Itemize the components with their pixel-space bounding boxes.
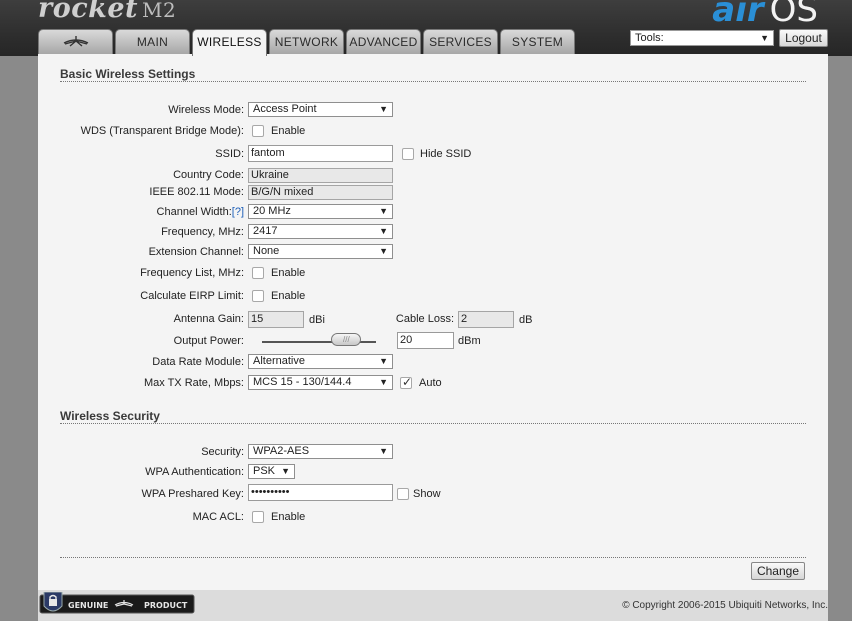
copyright-text: © Copyright 2006-2015 Ubiquiti Networks,…	[622, 600, 828, 611]
cable-loss-unit: dB	[519, 314, 533, 326]
antenna-gain-input[interactable]: 15	[248, 311, 304, 328]
genuine-product-badge: GENUINE PRODUCT	[39, 592, 195, 614]
wpa-key-input[interactable]: ••••••••••	[248, 484, 393, 501]
footer-bar: GENUINE PRODUCT © Copyright 2006-2015 Ub…	[38, 590, 828, 621]
section-divider	[60, 557, 806, 558]
show-key-label: Show	[413, 488, 441, 500]
main-panel: Basic Wireless Settings Wireless Mode: A…	[38, 54, 828, 590]
tab-wireless[interactable]: WIRELESS	[192, 29, 267, 56]
tab-network[interactable]: NETWORK	[269, 29, 344, 54]
frequency-select[interactable]: 2417 ▼	[248, 224, 393, 239]
section-divider	[60, 423, 806, 424]
output-power-label: Output Power:	[173, 335, 244, 347]
mac-acl-enable-label: Enable	[271, 511, 306, 523]
hide-ssid-label: Hide SSID	[420, 148, 472, 160]
dropdown-arrow-icon: ▼	[379, 226, 388, 236]
wds-enable-label: Enable	[271, 125, 306, 137]
cable-loss-input[interactable]: 2	[458, 311, 514, 328]
airos-logo: air OS	[712, 0, 818, 30]
ieee-mode-field: B/G/N mixed	[248, 185, 393, 200]
security-select[interactable]: WPA2-AES ▼	[248, 444, 393, 459]
section-divider	[60, 81, 806, 82]
antenna-gain-unit: dBi	[309, 314, 325, 326]
output-power-input[interactable]: 20	[397, 332, 454, 349]
ieee-mode-label: IEEE 802.11 Mode:	[149, 186, 244, 198]
dropdown-arrow-icon: ▼	[379, 356, 388, 366]
eirp-limit-enable-label: Enable	[271, 290, 306, 302]
country-code-field: Ukraine	[248, 168, 393, 183]
max-tx-rate-select[interactable]: MCS 15 - 130/144.4 ▼	[248, 375, 393, 390]
wireless-mode-label: Wireless Mode:	[168, 104, 244, 116]
wpa-key-label: WPA Preshared Key:	[141, 488, 244, 500]
eirp-limit-label: Calculate EIRP Limit:	[140, 290, 244, 302]
extension-channel-label: Extension Channel:	[148, 246, 244, 258]
cable-loss-label: Cable Loss:	[395, 313, 454, 325]
extension-channel-select[interactable]: None ▼	[248, 244, 393, 259]
security-label: Security:	[201, 446, 244, 458]
tools-select[interactable]: Tools: ▼	[630, 30, 774, 46]
frequency-list-enable-checkbox[interactable]	[252, 267, 264, 279]
dropdown-arrow-icon: ▼	[760, 33, 769, 43]
mac-acl-enable-checkbox[interactable]	[252, 511, 264, 523]
frequency-list-label: Frequency List, MHz:	[140, 267, 244, 279]
basic-wireless-title: Basic Wireless Settings	[60, 67, 196, 81]
wireless-mode-select[interactable]: Access Point ▼	[248, 102, 393, 117]
ssid-input[interactable]: fantom	[248, 145, 393, 162]
max-tx-auto-label: Auto	[419, 377, 442, 389]
dropdown-arrow-icon: ▼	[379, 446, 388, 456]
frequency-list-enable-label: Enable	[271, 267, 306, 279]
channel-width-select[interactable]: 20 MHz ▼	[248, 204, 393, 219]
tab-advanced[interactable]: ADVANCED	[346, 29, 421, 54]
max-tx-auto-checkbox[interactable]	[400, 375, 412, 389]
data-rate-module-label: Data Rate Module:	[152, 356, 244, 368]
channel-width-label: Channel Width:[?]	[156, 206, 244, 218]
tab-system[interactable]: SYSTEM	[500, 29, 575, 54]
dropdown-arrow-icon: ▼	[379, 246, 388, 256]
tab-ubnt-logo[interactable]	[38, 29, 113, 54]
product-logo: rocket M2	[38, 0, 177, 24]
dropdown-arrow-icon: ▼	[379, 104, 388, 114]
frequency-label: Frequency, MHz:	[161, 226, 244, 238]
country-code-label: Country Code:	[173, 169, 244, 181]
genuine-text: GENUINE	[68, 601, 108, 610]
wpa-auth-label: WPA Authentication:	[145, 466, 244, 478]
output-power-unit: dBm	[458, 335, 481, 347]
eirp-limit-enable-checkbox[interactable]	[252, 290, 264, 302]
wpa-auth-select[interactable]: PSK ▼	[248, 464, 295, 479]
max-tx-rate-label: Max TX Rate, Mbps:	[143, 377, 244, 389]
change-button[interactable]: Change	[751, 562, 805, 580]
wds-label: WDS (Transparent Bridge Mode):	[80, 125, 244, 137]
dropdown-arrow-icon: ▼	[379, 377, 388, 387]
antenna-gain-label: Antenna Gain:	[173, 313, 244, 325]
output-power-slider-handle[interactable]: ///	[331, 333, 362, 346]
hide-ssid-checkbox[interactable]	[402, 148, 414, 160]
channel-width-help-link[interactable]: [?]	[232, 206, 244, 218]
tab-services[interactable]: SERVICES	[423, 29, 498, 54]
tab-main[interactable]: MAIN	[115, 29, 190, 54]
logout-button[interactable]: Logout	[779, 29, 828, 47]
ssid-label: SSID:	[215, 148, 244, 160]
dropdown-arrow-icon: ▼	[281, 466, 290, 476]
mac-acl-label: MAC ACL:	[192, 511, 244, 523]
product-text: PRODUCT	[144, 601, 188, 610]
show-key-checkbox[interactable]	[397, 488, 409, 500]
data-rate-module-select[interactable]: Alternative ▼	[248, 354, 393, 369]
ubiquiti-logo-icon	[63, 36, 88, 47]
dropdown-arrow-icon: ▼	[379, 206, 388, 216]
wds-enable-checkbox[interactable]	[252, 125, 264, 137]
wireless-security-title: Wireless Security	[60, 409, 160, 423]
